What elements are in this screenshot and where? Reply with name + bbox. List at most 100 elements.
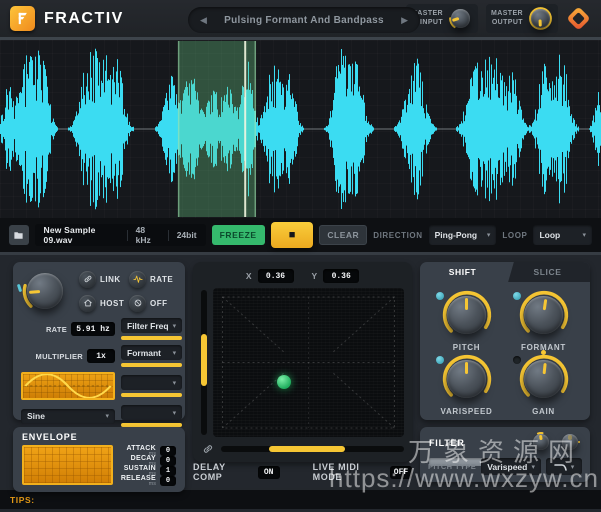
- pitch-knob[interactable]: [441, 289, 493, 341]
- host-sync-button[interactable]: HOST: [79, 294, 127, 312]
- transport-bar: New Sample 09.wav 48 kHz 24bit FREEZE ■ …: [0, 218, 601, 252]
- stop-button[interactable]: ■: [270, 222, 314, 248]
- app-title: FRACTIV: [44, 9, 124, 27]
- link-sliders-icon[interactable]: [201, 442, 215, 456]
- main-area: MOD A MOD B MOD C: [0, 252, 601, 492]
- caret-down-icon: ▾: [172, 322, 177, 330]
- off-button[interactable]: OFF: [129, 294, 177, 312]
- mod-destination-1: Filter Freq ▾: [121, 318, 183, 340]
- master-output-label: MASTER OUTPUT: [491, 9, 523, 26]
- delay-comp-label: DELAY COMP: [193, 462, 226, 482]
- destination-dropdown-3[interactable]: ▾: [121, 375, 183, 390]
- rate-label: RATE: [45, 324, 67, 334]
- varispeed-knob[interactable]: [441, 353, 493, 405]
- live-midi-toggle[interactable]: OFF: [390, 465, 412, 479]
- file-name: New Sample 09.wav: [43, 225, 96, 245]
- lfo-waveform-display: [21, 372, 115, 400]
- file-info: New Sample 09.wav 48 kHz 24bit: [34, 224, 206, 246]
- gain-knob-cell: GAIN: [505, 353, 582, 416]
- tab-shift[interactable]: SHIFT: [420, 262, 505, 282]
- loop-value: Loop: [539, 230, 561, 240]
- filter-res-knob[interactable]: [559, 431, 581, 453]
- clear-button[interactable]: CLEAR: [319, 225, 368, 245]
- filter-panel: FILTER PITCH TYPE Varispeed ▾ ▾: [420, 427, 590, 482]
- freeze-button[interactable]: FREEZE: [211, 225, 265, 245]
- filter-curve-icon: [553, 464, 567, 471]
- caret-down-icon: ▾: [582, 232, 586, 239]
- shift-tabs: SHIFT SLICE: [420, 262, 590, 282]
- link-icon: [79, 270, 96, 288]
- delay-comp-toggle[interactable]: ON: [257, 465, 280, 479]
- mod-panel: MOD A MOD B MOD C: [13, 262, 185, 427]
- multiplier-value[interactable]: 1x: [87, 349, 115, 363]
- sustain-value[interactable]: 1: [160, 466, 176, 476]
- direction-value: Ping-Pong: [434, 230, 478, 240]
- envelope-param-release: RELEASE ms 0: [121, 475, 176, 486]
- caret-down-icon: ▾: [172, 379, 177, 387]
- header: FRACTIV ◀ Pulsing Formant And Bandpass ▶…: [0, 0, 601, 40]
- attack-value[interactable]: 0: [160, 446, 176, 456]
- load-file-button[interactable]: [9, 225, 29, 245]
- destination-dropdown-2[interactable]: Formant ▾: [121, 345, 183, 360]
- mod-destination-3: ▾: [121, 375, 183, 397]
- destination-dropdown-1[interactable]: Filter Freq ▾: [121, 318, 183, 333]
- loop-label: LOOP: [502, 230, 528, 240]
- mod-amount-slider-2[interactable]: [121, 363, 183, 367]
- caret-down-icon: ▾: [105, 413, 109, 420]
- divider: [167, 229, 169, 241]
- destination-dropdown-4[interactable]: ▾: [121, 405, 183, 420]
- preset-name[interactable]: Pulsing Formant And Bandpass: [224, 15, 384, 26]
- house-icon: [79, 294, 96, 312]
- decay-value[interactable]: 0: [160, 456, 176, 466]
- master-output-group: MASTER OUTPUT: [486, 4, 558, 33]
- waveform-canvas[interactable]: [0, 40, 601, 218]
- mod-rate-knob[interactable]: [16, 267, 69, 315]
- rate-value[interactable]: 5.91 hz: [71, 322, 115, 336]
- filter-type-dropdown[interactable]: ▾: [546, 458, 582, 475]
- multiplier-label: MULTIPLIER: [35, 351, 83, 361]
- filter-freq-knob[interactable]: [530, 431, 552, 453]
- envelope-panel: ENVELOPE ATTACK ms 0 DECAY ms 0 SUSTAIN …: [13, 427, 185, 492]
- sample-rate: 48 kHz: [135, 225, 151, 245]
- envelope-title: ENVELOPE: [22, 432, 78, 442]
- preset-prev-button[interactable]: ◀: [200, 15, 207, 26]
- divider: [126, 229, 128, 241]
- xy-pad[interactable]: [213, 288, 404, 437]
- link-button[interactable]: LINK: [79, 270, 127, 288]
- app-logo-icon: [10, 6, 35, 31]
- tab-slice[interactable]: SLICE: [505, 262, 590, 282]
- y-value[interactable]: 0.36: [323, 269, 360, 283]
- lfo-shape-dropdown[interactable]: Sine ▾: [21, 408, 115, 424]
- master-input-knob[interactable]: [448, 6, 473, 31]
- pad-x-slider[interactable]: [221, 446, 404, 452]
- shift-panel: SHIFT SLICE PITCH FORMANT VARISPEED GAIN: [420, 262, 590, 420]
- rate-wave-icon: [129, 270, 146, 288]
- direction-label: DIRECTION: [373, 230, 423, 240]
- preset-next-button[interactable]: ▶: [401, 15, 408, 26]
- formant-knob[interactable]: [518, 289, 570, 341]
- envelope-display[interactable]: [22, 445, 113, 485]
- xy-ball[interactable]: [276, 374, 291, 389]
- mod-amount-slider-1[interactable]: [121, 336, 183, 340]
- pitch-type-dropdown[interactable]: Varispeed ▾: [481, 458, 541, 475]
- mod-destination-2: Formant ▾: [121, 345, 183, 367]
- pad-y-slider[interactable]: [201, 290, 207, 435]
- direction-dropdown[interactable]: Ping-Pong ▾: [428, 225, 497, 245]
- caret-down-icon: ▾: [570, 463, 575, 471]
- master-output-knob[interactable]: [528, 6, 553, 31]
- loop-dropdown[interactable]: Loop ▾: [533, 225, 592, 245]
- mod-destination-4: ▾: [121, 405, 183, 427]
- bit-depth: 24bit: [176, 230, 197, 240]
- release-value[interactable]: 0: [160, 476, 176, 486]
- caret-down-icon: ▾: [172, 409, 177, 417]
- caret-down-icon: ▾: [172, 349, 177, 357]
- y-label: Y: [311, 271, 318, 281]
- caret-down-icon: ▾: [486, 232, 491, 239]
- rate-mode-button[interactable]: RATE: [129, 270, 177, 288]
- gain-knob[interactable]: [518, 353, 570, 405]
- brand-diamond-icon: [566, 6, 591, 31]
- pad-options-row: DELAY COMP ON LIVE MIDI MODE OFF: [193, 462, 412, 482]
- x-value[interactable]: 0.36: [257, 269, 294, 283]
- waveform-display[interactable]: [0, 40, 601, 218]
- mod-amount-slider-3[interactable]: [121, 393, 183, 397]
